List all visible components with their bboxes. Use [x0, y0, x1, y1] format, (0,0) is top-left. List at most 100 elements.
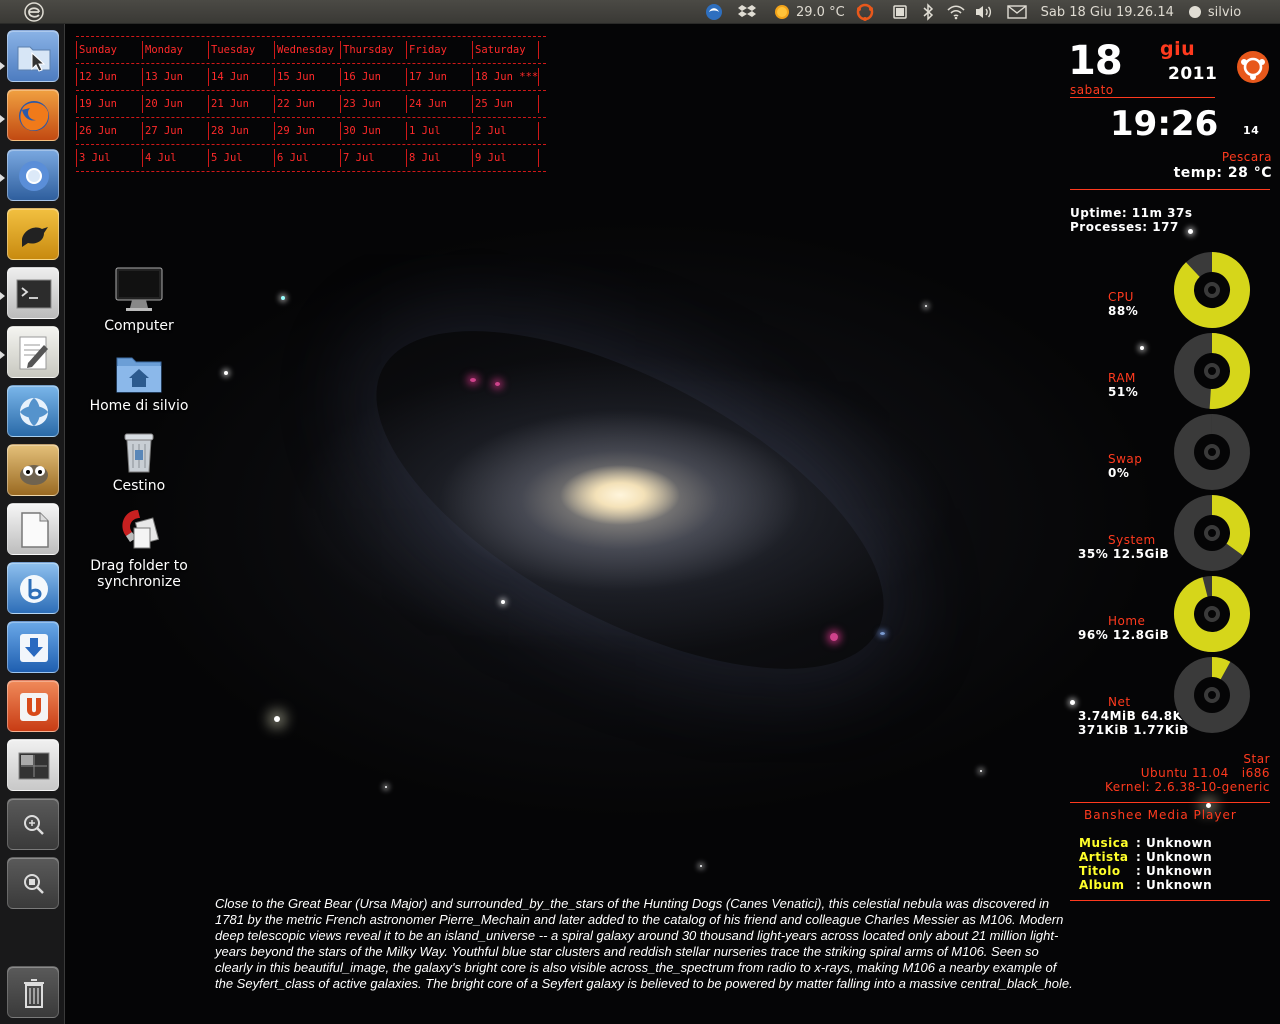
calendar-week-row: 26 Jun 27 Jun 28 Jun 29 Jun 30 Jun 1 Jul… [76, 118, 546, 144]
dropbox-icon[interactable] [736, 1, 758, 23]
calendar-day: 1 Jul [406, 122, 472, 140]
desktop-icon-label: Drag folder to synchronize [90, 558, 188, 590]
bluetooth-icon[interactable] [917, 1, 939, 23]
ubuntu-one-icon[interactable] [854, 1, 876, 23]
launcher-text-editor[interactable] [7, 326, 59, 378]
calendar-day: 28 Jun [208, 122, 274, 140]
calendar-day: 7 Jul [340, 149, 406, 167]
meter-ring-fill [1211, 657, 1231, 680]
weather-temperature[interactable]: 29.0 °C [796, 5, 845, 20]
meter-ring-inner [1204, 606, 1220, 622]
text-editor-icon [19, 336, 48, 370]
calendar-header-row: Sunday Monday Tuesday Wednesday Thursday… [76, 37, 546, 63]
conky-star: Star [1243, 752, 1270, 766]
calendar-day: 21 Jun [208, 95, 274, 113]
player-title: Banshee Media Player [1084, 808, 1237, 822]
launcher-trash[interactable] [7, 966, 59, 1018]
trash-icon [24, 979, 44, 1008]
desktop-icon-label: Cestino [112, 478, 166, 494]
ubuntu-logo-icon [1236, 50, 1270, 88]
calendar-header: Wednesday [274, 41, 340, 59]
zoom-in-icon [24, 815, 44, 835]
conky-temperature: temp: 28 °C [1173, 165, 1272, 181]
user-status-icon[interactable] [1184, 1, 1206, 23]
meter-ring-system [1174, 495, 1250, 571]
player-value-album: : Unknown [1136, 878, 1213, 892]
calendar-day: 23 Jun [340, 95, 406, 113]
volume-icon[interactable] [973, 1, 995, 23]
conky-time: 19:26 [1110, 104, 1219, 144]
launcher-firefox[interactable] [7, 89, 59, 141]
weather-sun-icon[interactable] [771, 1, 793, 23]
meter-ring-track [1174, 414, 1250, 490]
calendar-header: Friday [406, 41, 472, 59]
trash-can-icon [124, 433, 154, 473]
desktop-icon-home[interactable]: Home di silvio [84, 350, 194, 414]
calendar-day: 12 Jun [76, 68, 142, 86]
calendar-day: 20 Jun [142, 95, 208, 113]
document-icon [21, 512, 49, 548]
network-blueman-icon[interactable] [703, 1, 725, 23]
calendar-day: 22 Jun [274, 95, 340, 113]
calendar-day: 24 Jun [406, 95, 472, 113]
meter-value-system: 35% 12.5GiB [1078, 547, 1170, 561]
player-value-titolo: : Unknown [1136, 864, 1213, 878]
launcher-software-center[interactable] [7, 621, 59, 673]
battery-icon[interactable] [889, 1, 911, 23]
mail-icon[interactable] [1006, 1, 1028, 23]
conky-processes: Processes: 177 [1070, 220, 1179, 234]
conky-city: Pescara [1221, 150, 1272, 164]
running-indicator [0, 351, 5, 359]
calendar-day: 26 Jun [76, 122, 142, 140]
session-logo-icon[interactable] [23, 1, 45, 23]
meter-ring-inner [1204, 525, 1220, 541]
gimp-icon [20, 465, 48, 485]
calendar-day: 13 Jun [142, 68, 208, 86]
conky-month: giu [1160, 38, 1196, 60]
launcher-files[interactable] [7, 30, 59, 82]
launcher-shotwell[interactable] [7, 385, 59, 437]
calendar-header: Thursday [340, 41, 406, 59]
calendar-widget: Sunday Monday Tuesday Wednesday Thursday… [76, 36, 546, 172]
wifi-icon[interactable] [945, 1, 967, 23]
calendar-week-row: 12 Jun 13 Jun 14 Jun 15 Jun 16 Jun 17 Ju… [76, 64, 546, 90]
nebula [830, 633, 838, 641]
launcher-zoom-in[interactable] [7, 798, 59, 850]
meter-value-cpu: 88% [1108, 304, 1139, 318]
meter-label-home: Home [1108, 614, 1146, 628]
nebula [495, 382, 500, 386]
clock[interactable]: Sab 18 Giu 19.26.14 [1041, 5, 1174, 20]
desktop-icon-trash[interactable]: Cestino [84, 428, 194, 494]
conky-kernel: Kernel: 2.6.38-10-generic [1104, 780, 1270, 794]
desktop-icon-sync-folder[interactable]: Drag folder to synchronize [84, 506, 194, 590]
home-folder-icon [116, 357, 162, 393]
meter-value-home: 96% 12.8GiB [1078, 628, 1170, 642]
terminal-icon [16, 279, 52, 309]
download-icon [20, 634, 48, 662]
launcher-banshee[interactable] [7, 562, 59, 614]
launcher-terminal[interactable] [7, 267, 59, 319]
conky-weekday: sabato [1070, 83, 1114, 97]
conky-divider [1070, 900, 1270, 901]
shotwell-icon [20, 398, 48, 426]
launcher-workspace-switcher[interactable] [7, 739, 59, 791]
launcher-gimp[interactable] [7, 444, 59, 496]
calendar-separator [76, 171, 546, 172]
username[interactable]: silvio [1208, 5, 1241, 20]
star [274, 716, 280, 722]
desktop-icon-label: Computer [104, 318, 174, 334]
conky-seconds: 14 [1243, 124, 1260, 137]
calendar-header: Saturday [472, 41, 538, 59]
launcher-ubuntu-one[interactable] [7, 680, 59, 732]
player-value-artista: : Unknown [1136, 850, 1213, 864]
launcher-zoom-out[interactable] [7, 857, 59, 909]
desktop-icon-computer[interactable]: Computer [84, 266, 194, 334]
folder-icon [17, 46, 51, 72]
launcher-gwibber[interactable] [7, 208, 59, 260]
galaxy-glow [326, 263, 933, 738]
meter-label-swap: Swap [1108, 452, 1143, 466]
launcher-chromium[interactable] [7, 149, 59, 201]
calendar-week-row: 19 Jun 20 Jun 21 Jun 22 Jun 23 Jun 24 Ju… [76, 91, 546, 117]
meter-ring-fill [1209, 333, 1250, 409]
launcher-libreoffice[interactable] [7, 503, 59, 555]
